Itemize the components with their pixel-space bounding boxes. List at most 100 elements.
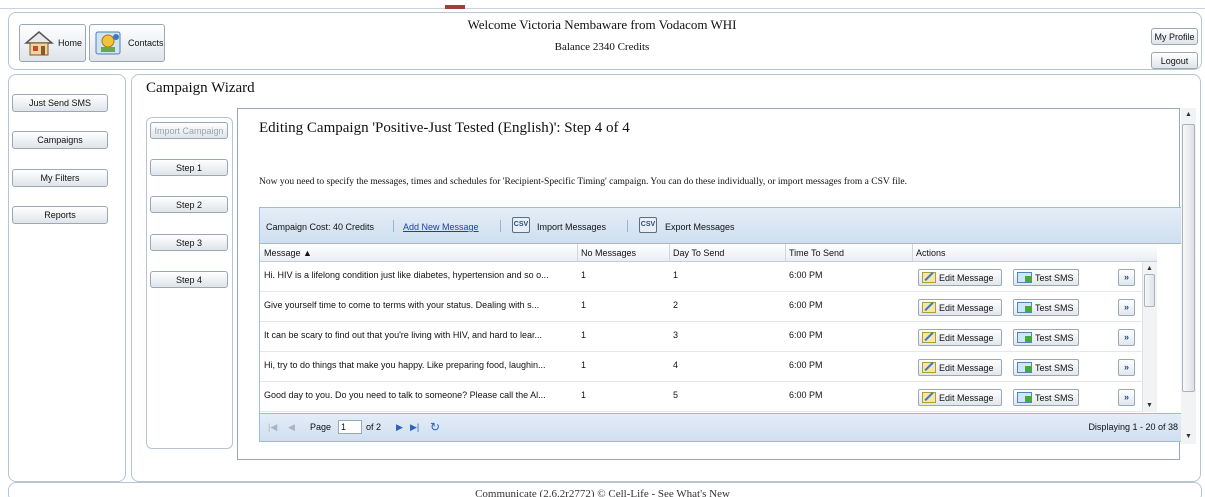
edit-message-label: Edit Message — [939, 332, 994, 343]
cell-no-messages: 1 — [581, 270, 587, 280]
edit-message-button[interactable]: Edit Message — [918, 269, 1002, 286]
cell-message: Give yourself time to come to terms with… — [264, 300, 540, 310]
cell-time: 6:00 PM — [789, 330, 823, 340]
csv-export-icon: CSV — [639, 217, 657, 233]
cell-no-messages: 1 — [581, 390, 587, 400]
table-row[interactable]: Hi. HIV is a lifelong condition just lik… — [260, 262, 1157, 292]
welcome-text: Welcome Victoria Nembaware from Vodacom … — [467, 17, 737, 32]
test-sms-button[interactable]: Test SMS — [1013, 329, 1079, 346]
toolbar-separator — [627, 220, 628, 232]
contacts-button[interactable]: Contacts — [89, 24, 165, 62]
edit-icon — [922, 332, 936, 343]
step-4-button[interactable]: Step 4 — [150, 271, 228, 288]
grid-header: Message ▲ No Messages Day To Send Time T… — [260, 244, 1157, 262]
cell-day: 3 — [673, 330, 679, 340]
main-scroll-up-icon[interactable]: ▲ — [1185, 111, 1192, 118]
col-no-messages[interactable]: No Messages — [581, 248, 636, 258]
home-button[interactable]: Home — [19, 24, 86, 62]
edit-icon — [922, 272, 936, 283]
cell-day: 4 — [673, 360, 679, 370]
last-page-icon[interactable]: ▶| — [410, 422, 419, 433]
edit-message-label: Edit Message — [939, 302, 994, 313]
grid-scroll-up-icon[interactable]: ▲ — [1146, 265, 1153, 272]
edit-message-button[interactable]: Edit Message — [918, 299, 1002, 316]
edit-icon — [922, 362, 936, 373]
grid-scroll-thumb[interactable] — [1144, 274, 1155, 307]
step-1-button[interactable]: Step 1 — [150, 159, 228, 176]
export-messages-button[interactable]: Export Messages — [665, 222, 735, 232]
test-sms-label: Test SMS — [1035, 362, 1074, 373]
cell-time: 6:00 PM — [789, 270, 823, 280]
sms-icon — [1017, 392, 1032, 403]
contacts-icon — [94, 29, 124, 57]
test-sms-button[interactable]: Test SMS — [1013, 389, 1079, 406]
main-scroll-thumb[interactable] — [1182, 124, 1195, 392]
col-actions: Actions — [916, 248, 946, 258]
col-divider — [669, 244, 670, 261]
nav-my-filters[interactable]: My Filters — [12, 169, 108, 187]
more-actions-button[interactable]: » — [1118, 359, 1135, 376]
table-row[interactable]: Hi, try to do things that make you happy… — [260, 352, 1157, 382]
edit-message-label: Edit Message — [939, 272, 994, 283]
home-label: Home — [58, 38, 83, 48]
logout-button[interactable]: Logout — [1151, 52, 1198, 69]
grid-scroll-down-icon[interactable]: ▼ — [1146, 402, 1153, 409]
more-actions-button[interactable]: » — [1118, 299, 1135, 316]
cell-day: 2 — [673, 300, 679, 310]
edit-message-button[interactable]: Edit Message — [918, 329, 1002, 346]
cell-message: Hi, try to do things that make you happy… — [264, 360, 546, 370]
edit-icon — [922, 302, 936, 313]
test-sms-button[interactable]: Test SMS — [1013, 359, 1079, 376]
col-divider — [912, 244, 913, 261]
step-3-button[interactable]: Step 3 — [150, 234, 228, 251]
more-actions-button[interactable]: » — [1118, 389, 1135, 406]
edit-message-label: Edit Message — [939, 392, 994, 403]
col-day-to-send[interactable]: Day To Send — [673, 248, 724, 258]
test-sms-label: Test SMS — [1035, 302, 1074, 313]
cell-no-messages: 1 — [581, 360, 587, 370]
refresh-icon[interactable]: ↻ — [430, 420, 440, 434]
step-2-button[interactable]: Step 2 — [150, 196, 228, 213]
nav-campaigns[interactable]: Campaigns — [12, 131, 108, 149]
balance-text: Balance 2340 Credits — [554, 41, 650, 53]
more-actions-button[interactable]: » — [1118, 269, 1135, 286]
main-scroll-down-icon[interactable]: ▼ — [1185, 433, 1192, 440]
edit-message-button[interactable]: Edit Message — [918, 359, 1002, 376]
col-time-to-send[interactable]: Time To Send — [789, 248, 844, 258]
grid-toolbar: Campaign Cost: 40 Credits Add New Messag… — [260, 208, 1186, 244]
house-icon — [23, 29, 55, 57]
prev-page-icon[interactable]: ◀ — [288, 422, 295, 433]
toolbar-separator — [500, 220, 501, 232]
table-row[interactable]: Good day to you. Do you need to talk to … — [260, 382, 1157, 412]
page-label: Page — [310, 422, 332, 432]
more-actions-button[interactable]: » — [1118, 329, 1135, 346]
first-page-icon[interactable]: |◀ — [268, 422, 277, 433]
pager-bar: |◀ ◀ Page 1 of 2 ▶ ▶| ↻ Displaying 1 - 2… — [260, 413, 1186, 441]
test-sms-button[interactable]: Test SMS — [1013, 299, 1079, 316]
welcome-block: Welcome Victoria Nembaware from Vodacom … — [300, 14, 904, 58]
import-messages-button[interactable]: Import Messages — [537, 222, 606, 232]
add-new-message-link[interactable]: Add New Message — [403, 222, 479, 232]
cell-no-messages: 1 — [581, 300, 587, 310]
nav-just-send-sms[interactable]: Just Send SMS — [12, 94, 108, 112]
next-page-icon[interactable]: ▶ — [396, 422, 403, 433]
toolbar-separator — [393, 220, 394, 232]
test-sms-button[interactable]: Test SMS — [1013, 269, 1079, 286]
test-sms-label: Test SMS — [1035, 332, 1074, 343]
cell-time: 6:00 PM — [789, 300, 823, 310]
col-message[interactable]: Message ▲ — [264, 248, 312, 258]
my-profile-button[interactable]: My Profile — [1151, 28, 1198, 45]
col-divider — [785, 244, 786, 261]
table-row[interactable]: Give yourself time to come to terms with… — [260, 292, 1157, 322]
import-campaign-button[interactable]: Import Campaign — [150, 122, 228, 139]
page-number-input[interactable]: 1 — [338, 420, 362, 434]
table-row[interactable]: It can be scary to find out that you're … — [260, 322, 1157, 352]
cell-time: 6:00 PM — [789, 360, 823, 370]
nav-reports[interactable]: Reports — [12, 206, 108, 224]
sms-icon — [1017, 362, 1032, 373]
edit-message-button[interactable]: Edit Message — [918, 389, 1002, 406]
csv-import-icon: CSV — [512, 217, 530, 233]
cell-day: 5 — [673, 390, 679, 400]
sms-icon — [1017, 302, 1032, 313]
displaying-text: Displaying 1 - 20 of 38 — [1088, 422, 1178, 432]
